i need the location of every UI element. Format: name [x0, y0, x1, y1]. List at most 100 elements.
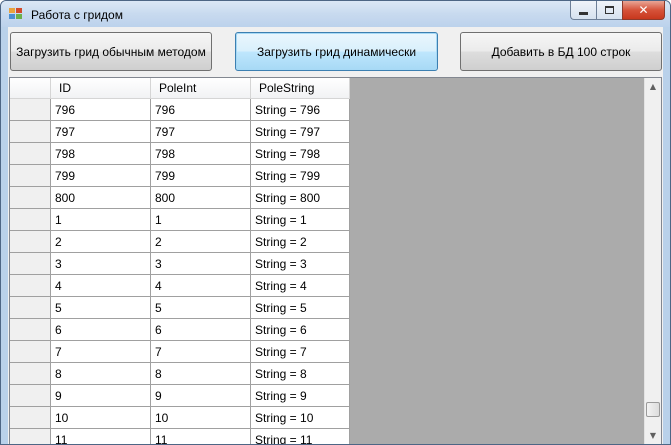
table-row[interactable]: 5 5 String = 5	[10, 297, 350, 319]
row-header-cell[interactable]	[10, 99, 51, 121]
table-row[interactable]: 798 798 String = 798	[10, 143, 350, 165]
cell-polestring[interactable]: String = 5	[251, 297, 350, 319]
vertical-scrollbar[interactable]: ▲ ▼	[644, 78, 661, 444]
cell-poleint[interactable]: 8	[151, 363, 251, 385]
row-header-cell[interactable]	[10, 407, 51, 429]
row-header-cell[interactable]	[10, 341, 51, 363]
cell-id[interactable]: 797	[51, 121, 151, 143]
cell-polestring[interactable]: String = 7	[251, 341, 350, 363]
cell-id[interactable]: 800	[51, 187, 151, 209]
row-header-cell[interactable]	[10, 275, 51, 297]
row-header-cell[interactable]	[10, 143, 51, 165]
column-header-id[interactable]: ID	[51, 78, 151, 98]
table-row[interactable]: 797 797 String = 797	[10, 121, 350, 143]
grid-header-row: ID PoleInt PoleString	[10, 78, 350, 99]
cell-poleint[interactable]: 797	[151, 121, 251, 143]
app-icon[interactable]	[9, 8, 23, 20]
cell-polestring[interactable]: String = 10	[251, 407, 350, 429]
scroll-up-button[interactable]: ▲	[645, 78, 661, 95]
row-header-cell[interactable]	[10, 253, 51, 275]
cell-polestring[interactable]: String = 800	[251, 187, 350, 209]
cell-poleint[interactable]: 800	[151, 187, 251, 209]
cell-poleint[interactable]: 11	[151, 429, 251, 444]
cell-polestring[interactable]: String = 9	[251, 385, 350, 407]
cell-polestring[interactable]: String = 3	[251, 253, 350, 275]
row-header-cell[interactable]	[10, 121, 51, 143]
cell-polestring[interactable]: String = 8	[251, 363, 350, 385]
cell-id[interactable]: 2	[51, 231, 151, 253]
load-grid-dynamic-button[interactable]: Загрузить грид динамически	[235, 32, 438, 71]
top-left-header-cell[interactable]	[10, 78, 51, 98]
table-row[interactable]: 3 3 String = 3	[10, 253, 350, 275]
row-header-cell[interactable]	[10, 429, 51, 444]
cell-polestring[interactable]: String = 796	[251, 99, 350, 121]
table-row[interactable]: 796 796 String = 796	[10, 99, 350, 121]
cell-id[interactable]: 7	[51, 341, 151, 363]
cell-id[interactable]: 8	[51, 363, 151, 385]
cell-id[interactable]: 10	[51, 407, 151, 429]
row-header-cell[interactable]	[10, 385, 51, 407]
cell-poleint[interactable]: 4	[151, 275, 251, 297]
cell-polestring[interactable]: String = 798	[251, 143, 350, 165]
title-bar[interactable]: Работа с гридом ✕	[1, 1, 670, 27]
cell-polestring[interactable]: String = 799	[251, 165, 350, 187]
cell-poleint[interactable]: 9	[151, 385, 251, 407]
table-row[interactable]: 7 7 String = 7	[10, 341, 350, 363]
table-row[interactable]: 799 799 String = 799	[10, 165, 350, 187]
table-row[interactable]: 10 10 String = 10	[10, 407, 350, 429]
cell-poleint[interactable]: 7	[151, 341, 251, 363]
cell-poleint[interactable]: 5	[151, 297, 251, 319]
scroll-down-button[interactable]: ▼	[645, 427, 661, 444]
cell-polestring[interactable]: String = 11	[251, 429, 350, 444]
cell-poleint[interactable]: 796	[151, 99, 251, 121]
cell-id[interactable]: 798	[51, 143, 151, 165]
cell-poleint[interactable]: 799	[151, 165, 251, 187]
row-header-cell[interactable]	[10, 231, 51, 253]
row-header-cell[interactable]	[10, 297, 51, 319]
close-button[interactable]: ✕	[622, 1, 665, 20]
cell-id[interactable]: 11	[51, 429, 151, 444]
minimize-button[interactable]	[570, 1, 596, 20]
cell-poleint[interactable]: 1	[151, 209, 251, 231]
cell-polestring[interactable]: String = 4	[251, 275, 350, 297]
cell-poleint[interactable]: 6	[151, 319, 251, 341]
table-row[interactable]: 2 2 String = 2	[10, 231, 350, 253]
cell-polestring[interactable]: String = 797	[251, 121, 350, 143]
window-title: Работа с гридом	[31, 8, 123, 22]
cell-poleint[interactable]: 10	[151, 407, 251, 429]
cell-id[interactable]: 3	[51, 253, 151, 275]
load-grid-normal-button[interactable]: Загрузить грид обычным методом	[10, 32, 212, 71]
scroll-thumb[interactable]	[646, 402, 660, 418]
cell-poleint[interactable]: 3	[151, 253, 251, 275]
table-row[interactable]: 8 8 String = 8	[10, 363, 350, 385]
add-100-rows-button[interactable]: Добавить в БД 100 строк	[460, 32, 662, 71]
cell-polestring[interactable]: String = 2	[251, 231, 350, 253]
cell-poleint[interactable]: 798	[151, 143, 251, 165]
column-header-poleint[interactable]: PoleInt	[151, 78, 251, 98]
cell-polestring[interactable]: String = 1	[251, 209, 350, 231]
table-row[interactable]: 6 6 String = 6	[10, 319, 350, 341]
table-row[interactable]: 1 1 String = 1	[10, 209, 350, 231]
column-header-polestring[interactable]: PoleString	[251, 78, 350, 98]
cell-id[interactable]: 4	[51, 275, 151, 297]
data-grid[interactable]: ID PoleInt PoleString 796 796 String = 796…	[9, 77, 662, 444]
cell-poleint[interactable]: 2	[151, 231, 251, 253]
grid-table: ID PoleInt PoleString 796 796 String = 796…	[10, 78, 350, 444]
maximize-button[interactable]	[596, 1, 622, 20]
cell-id[interactable]: 6	[51, 319, 151, 341]
row-header-cell[interactable]	[10, 165, 51, 187]
table-row[interactable]: 4 4 String = 4	[10, 275, 350, 297]
row-header-cell[interactable]	[10, 363, 51, 385]
row-header-cell[interactable]	[10, 209, 51, 231]
row-header-cell[interactable]	[10, 319, 51, 341]
cell-id[interactable]: 799	[51, 165, 151, 187]
cell-polestring[interactable]: String = 6	[251, 319, 350, 341]
cell-id[interactable]: 1	[51, 209, 151, 231]
table-row[interactable]: 11 11 String = 11	[10, 429, 350, 444]
cell-id[interactable]: 796	[51, 99, 151, 121]
table-row[interactable]: 800 800 String = 800	[10, 187, 350, 209]
table-row[interactable]: 9 9 String = 9	[10, 385, 350, 407]
cell-id[interactable]: 9	[51, 385, 151, 407]
cell-id[interactable]: 5	[51, 297, 151, 319]
row-header-cell[interactable]	[10, 187, 51, 209]
